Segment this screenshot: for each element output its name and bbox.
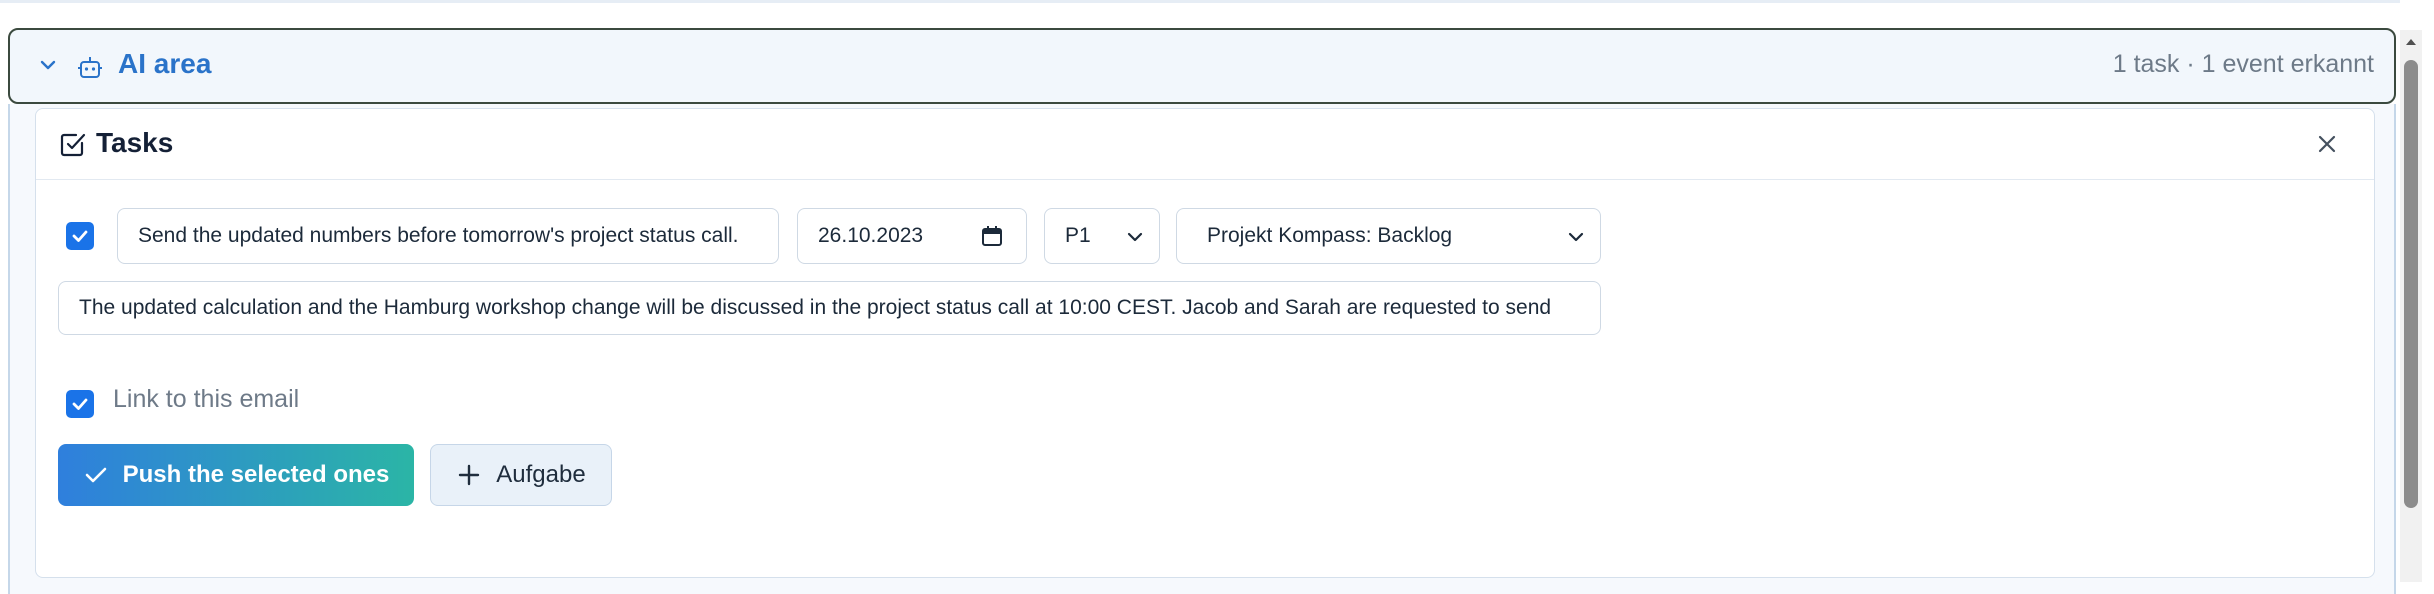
tasks-card: Tasks — [35, 108, 2375, 578]
check-icon — [72, 230, 88, 242]
check-square-icon — [60, 133, 86, 157]
add-task-button[interactable]: Aufgabe — [430, 444, 612, 506]
calendar-icon[interactable] — [980, 224, 1004, 248]
push-selected-button[interactable]: Push the selected ones — [58, 444, 414, 506]
check-icon — [72, 398, 88, 410]
scrollbar-thumb[interactable] — [2404, 60, 2418, 508]
tasks-card-header: Tasks — [36, 109, 2374, 180]
scroll-up-arrow-icon[interactable] — [2403, 34, 2419, 50]
tasks-title: Tasks — [96, 127, 174, 158]
task-title-input[interactable]: Send the updated numbers before tomorrow… — [117, 208, 779, 264]
chevron-down-icon — [1568, 232, 1584, 242]
push-selected-label: Push the selected ones — [122, 461, 390, 488]
ai-area-status: 1 task · 1 event erkannt — [2112, 50, 2374, 78]
task-checkbox[interactable] — [66, 222, 94, 250]
link-email-checkbox[interactable] — [66, 390, 94, 418]
list-select[interactable]: Projekt Kompass: Backlog — [1176, 208, 1601, 264]
close-icon[interactable] — [2314, 131, 2340, 157]
priority-value: P1 — [1065, 224, 1091, 247]
chevron-down-icon — [1127, 232, 1143, 242]
link-email-label[interactable]: Link to this email — [113, 385, 299, 414]
add-task-label: Aufgabe — [496, 461, 586, 488]
due-date-input[interactable]: 26.10.2023 — [797, 208, 1027, 264]
priority-select[interactable]: P1 — [1044, 208, 1160, 264]
due-date-value: 26.10.2023 — [818, 224, 924, 247]
robot-icon — [78, 57, 102, 78]
ai-area-title[interactable]: AI area — [118, 48, 211, 80]
task-description-input[interactable]: The updated calculation and the Hamburg … — [58, 281, 1601, 335]
list-value: Projekt Kompass: Backlog — [1207, 224, 1453, 247]
top-divider — [0, 0, 2400, 3]
ai-area-header[interactable] — [8, 28, 2396, 104]
plus-icon — [459, 464, 480, 486]
check-icon — [85, 467, 106, 483]
chevron-down-icon[interactable] — [38, 55, 58, 75]
